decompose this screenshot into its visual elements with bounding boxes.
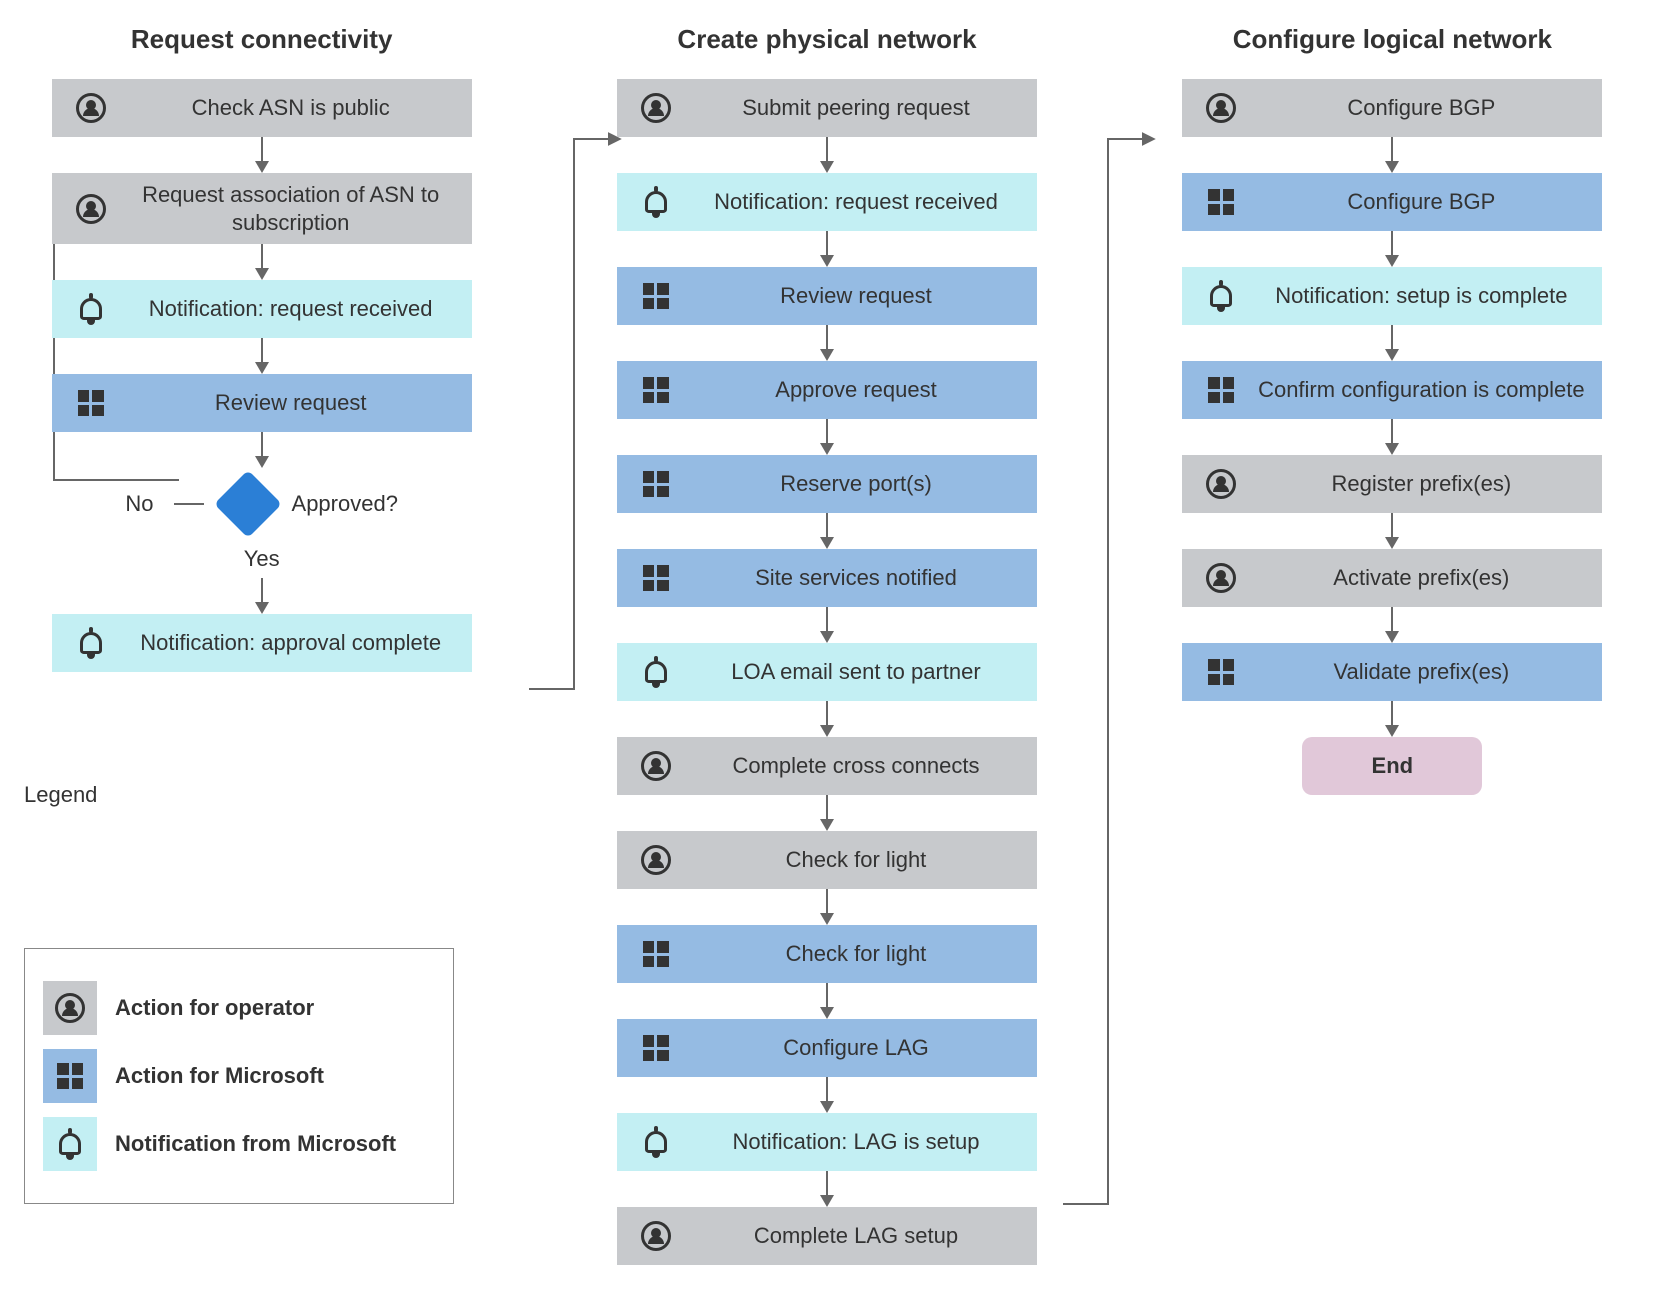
node-configure-lag: Configure LAG — [617, 1019, 1037, 1077]
grid-icon — [639, 937, 673, 971]
person-icon — [74, 192, 108, 226]
node-approve-request: Approve request — [617, 361, 1037, 419]
col3-title: Configure logical network — [1233, 24, 1552, 55]
node-configure-bgp-2: Configure BGP — [1182, 173, 1602, 231]
person-icon — [1204, 91, 1238, 125]
arrow-down-icon — [820, 1171, 834, 1207]
decision-approved: No Approved? — [125, 468, 398, 540]
grid-icon — [57, 1063, 83, 1089]
node-reserve-ports: Reserve port(s) — [617, 455, 1037, 513]
node-activate-prefixes: Activate prefix(es) — [1182, 549, 1602, 607]
col1-title: Request connectivity — [131, 24, 393, 55]
node-confirm-config-complete: Confirm configuration is complete — [1182, 361, 1602, 419]
node-approval-complete: Notification: approval complete — [52, 614, 472, 672]
legend-operator: Action for operator — [43, 981, 435, 1035]
arrow-down-icon — [255, 432, 269, 468]
node-register-prefixes: Register prefix(es) — [1182, 455, 1602, 513]
grid-icon — [1204, 185, 1238, 219]
arrow-down-icon — [820, 231, 834, 267]
legend-notify: Notification from Microsoft — [43, 1117, 435, 1171]
arrow-down-icon — [820, 983, 834, 1019]
node-review-request-2: Review request — [617, 267, 1037, 325]
bell-icon — [59, 1133, 81, 1155]
node-notification-lag-setup: Notification: LAG is setup — [617, 1113, 1037, 1171]
node-site-services-notified: Site services notified — [617, 549, 1037, 607]
node-submit-peering: Submit peering request — [617, 79, 1037, 137]
column-configure-logical-network: Configure logical network Configure BGP … — [1155, 24, 1630, 795]
node-notification-received-1: Notification: request received — [52, 280, 472, 338]
person-icon — [639, 1219, 673, 1253]
bell-icon — [639, 185, 673, 219]
column-request-connectivity: Request connectivity Check ASN is public… — [24, 24, 499, 1204]
grid-icon — [639, 279, 673, 313]
arrow-down-icon — [255, 244, 269, 280]
grid-icon — [639, 561, 673, 595]
grid-icon — [639, 467, 673, 501]
grid-icon — [74, 386, 108, 420]
bell-icon — [639, 1125, 673, 1159]
arrow-down-icon — [820, 419, 834, 455]
arrow-down-icon — [820, 795, 834, 831]
approved-label: Approved? — [292, 491, 398, 517]
person-icon — [639, 749, 673, 783]
person-icon — [639, 843, 673, 877]
arrow-down-icon — [1385, 607, 1399, 643]
person-icon — [74, 91, 108, 125]
swatch-notify — [43, 1117, 97, 1171]
node-notification-received-2: Notification: request received — [617, 173, 1037, 231]
swatch-microsoft — [43, 1049, 97, 1103]
arrow-down-icon — [820, 701, 834, 737]
grid-icon — [639, 373, 673, 407]
arrow-down-icon — [1385, 419, 1399, 455]
no-label: No — [125, 491, 153, 517]
node-complete-cross-connects: Complete cross connects — [617, 737, 1037, 795]
arrow-down-icon — [820, 889, 834, 925]
grid-icon — [1204, 655, 1238, 689]
grid-icon — [639, 1031, 673, 1065]
node-check-asn: Check ASN is public — [52, 79, 472, 137]
arrow-down-icon — [820, 513, 834, 549]
legend-title: Legend — [24, 782, 499, 808]
arrow-down-icon — [1385, 137, 1399, 173]
person-icon — [55, 993, 85, 1023]
node-request-association: Request association of ASN to subscripti… — [52, 173, 472, 244]
bell-icon — [1204, 279, 1238, 313]
swatch-operator — [43, 981, 97, 1035]
grid-icon — [1204, 373, 1238, 407]
end-node: End — [1302, 737, 1482, 795]
arrow-down-icon — [1385, 701, 1399, 737]
node-loa-email: LOA email sent to partner — [617, 643, 1037, 701]
arrow-down-icon — [820, 137, 834, 173]
person-icon — [1204, 561, 1238, 595]
arrow-down-icon — [820, 325, 834, 361]
diamond-icon — [214, 470, 282, 538]
node-check-light-2: Check for light — [617, 925, 1037, 983]
arrow-down-icon — [820, 1077, 834, 1113]
node-validate-prefixes: Validate prefix(es) — [1182, 643, 1602, 701]
legend-box: Action for operator Action for Microsoft… — [24, 948, 454, 1204]
arrow-down-icon — [1385, 325, 1399, 361]
person-icon — [1204, 467, 1238, 501]
legend-microsoft: Action for Microsoft — [43, 1049, 435, 1103]
arrow-down-icon — [255, 137, 269, 173]
arrow-down-icon — [820, 607, 834, 643]
node-configure-bgp-1: Configure BGP — [1182, 79, 1602, 137]
bell-icon — [74, 292, 108, 326]
bell-icon — [74, 626, 108, 660]
node-check-light-1: Check for light — [617, 831, 1037, 889]
bell-icon — [639, 655, 673, 689]
column-create-physical-network: Create physical network Submit peering r… — [589, 24, 1064, 1265]
arrow-down-icon — [1385, 513, 1399, 549]
node-notification-setup-complete: Notification: setup is complete — [1182, 267, 1602, 325]
person-icon — [639, 91, 673, 125]
node-review-request-1: Review request — [52, 374, 472, 432]
arrow-down-icon — [255, 338, 269, 374]
arrow-down-icon — [1385, 231, 1399, 267]
yes-label: Yes — [244, 546, 280, 572]
col2-title: Create physical network — [677, 24, 976, 55]
node-complete-lag-setup: Complete LAG setup — [617, 1207, 1037, 1265]
arrow-down-icon — [255, 578, 269, 614]
